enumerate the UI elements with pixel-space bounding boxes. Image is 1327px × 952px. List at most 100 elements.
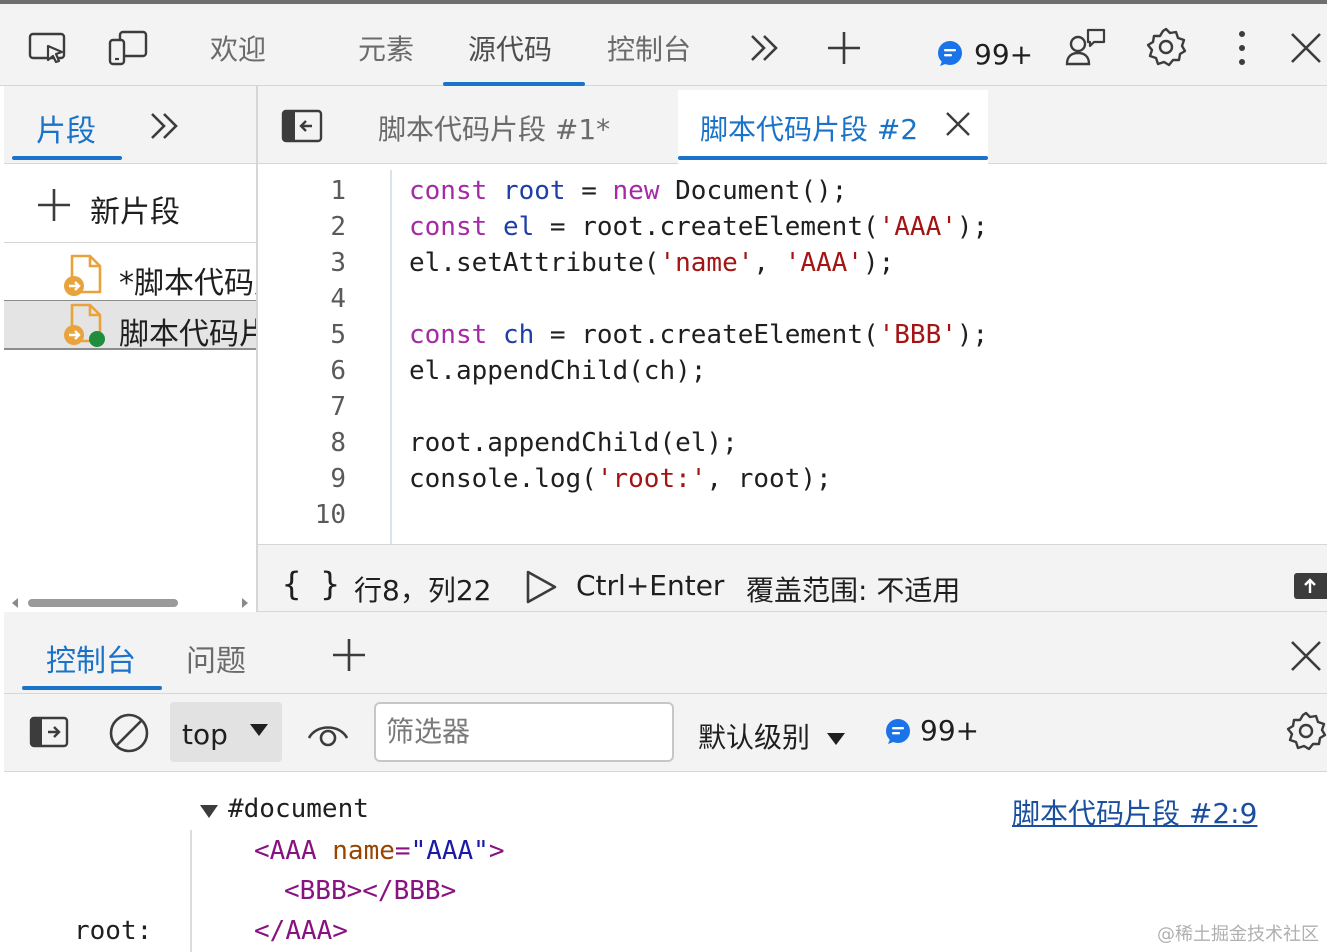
line-number: 4 — [330, 284, 346, 314]
javascript-context-select[interactable]: top — [170, 702, 282, 762]
line-number: 9 — [330, 464, 346, 494]
snippet-file-icon — [62, 252, 106, 298]
code-line[interactable]: console.log('root:', root); — [409, 464, 832, 494]
tag-name: BBB — [393, 876, 441, 906]
code-line[interactable]: root.appendChild(el); — [409, 428, 738, 458]
code-token: root.appendChild(el); — [409, 428, 738, 458]
tag-name: BBB — [299, 876, 347, 906]
close-drawer-icon[interactable] — [1288, 638, 1324, 674]
code-token: 'root:' — [596, 464, 707, 494]
sidebar-horizontal-scrollbar[interactable] — [4, 594, 256, 612]
add-tab-icon[interactable] — [822, 26, 866, 70]
console-filter-input[interactable] — [374, 702, 674, 762]
tab-console[interactable]: 控制台 — [607, 28, 691, 68]
drawer-tab-console[interactable]: 控制台 — [46, 636, 136, 680]
add-drawer-tab-icon[interactable] — [330, 636, 368, 674]
code-token: 'AAA' — [784, 248, 863, 278]
context-value: top — [182, 718, 228, 751]
pretty-print-button[interactable]: { } — [282, 565, 340, 603]
line-number: 6 — [330, 356, 346, 386]
code-token: el — [502, 212, 535, 242]
tree-node-bbb[interactable]: <BBB></BBB> — [284, 876, 456, 906]
code-token: 'name' — [659, 248, 754, 278]
line-number: 7 — [330, 392, 346, 422]
cursor-position: 行8，列22 — [354, 574, 492, 607]
settings-gear-icon[interactable] — [1144, 26, 1188, 70]
source-location-link[interactable]: 脚本代码片段 #2:9 — [1012, 792, 1257, 832]
message-badge-icon[interactable] — [936, 40, 964, 68]
editor-tab-snippet-1[interactable]: 脚本代码片段 #1* — [378, 108, 610, 148]
code-token: console.log( — [409, 464, 597, 494]
code-token: = root.createElement( — [534, 320, 879, 350]
snippet-item-selected[interactable]: 脚本代码片段 #2 — [4, 300, 256, 350]
caret-down-icon — [248, 722, 270, 738]
log-levels-dropdown[interactable]: 默认级别 — [698, 716, 847, 756]
active-tab-indicator — [22, 686, 162, 690]
feedback-icon[interactable] — [1064, 26, 1108, 70]
message-badge-icon[interactable] — [884, 718, 912, 746]
code-token: const — [409, 176, 488, 206]
attr-value: "AAA" — [410, 836, 489, 866]
new-snippet-label: 新片段 — [90, 195, 180, 230]
coverage-status: 覆盖范围: 不适用 — [746, 574, 961, 607]
tab-snippets[interactable]: 片段 — [36, 106, 96, 150]
line-number: 10 — [314, 500, 346, 530]
run-snippet-icon[interactable] — [524, 569, 558, 605]
code-token: ch — [502, 320, 535, 350]
code-token: root — [502, 176, 566, 206]
code-token: = — [565, 176, 613, 206]
code-line[interactable]: const root = new Document(); — [409, 176, 847, 206]
show-debugger-icon[interactable] — [1292, 569, 1327, 603]
code-token: , root); — [706, 464, 832, 494]
code-editor[interactable]: 1 2 3 4 5 6 7 8 9 10 const root = new Document();… — [258, 170, 1327, 544]
main-toolbar: 欢迎 元素 源代码 控制台 99+ — [0, 0, 1327, 86]
editor-tab-snippet-2[interactable]: 脚本代码片段 #2 — [700, 108, 918, 148]
console-toolbar: top 默认级别 99+ — [4, 694, 1327, 772]
tab-elements[interactable]: 元素 — [358, 28, 414, 68]
more-navigator-tabs-icon[interactable] — [144, 106, 184, 146]
line-number: 3 — [330, 248, 346, 278]
device-emulation-icon[interactable] — [106, 26, 150, 70]
drawer-tab-strip: 控制台 问题 — [4, 612, 1327, 694]
drawer-tab-issues[interactable]: 问题 — [186, 636, 246, 680]
clear-console-icon[interactable] — [108, 712, 150, 754]
code-token: const — [409, 320, 488, 350]
active-tab-indicator — [678, 156, 988, 160]
line-number: 8 — [330, 428, 346, 458]
editor-tab-strip: 脚本代码片段 #1* 脚本代码片段 #2 — [258, 86, 1327, 164]
close-devtools-icon[interactable] — [1284, 26, 1327, 70]
code-token: 'AAA' — [878, 212, 957, 242]
kebab-menu-icon[interactable] — [1220, 26, 1264, 70]
code-token: ); — [862, 248, 895, 278]
tree-node-aaa-close[interactable]: </AAA> — [254, 916, 348, 946]
tree-node-aaa-open[interactable]: <AAA name="AAA"> — [254, 836, 505, 866]
code-token: el.setAttribute( — [409, 248, 660, 278]
tab-sources[interactable]: 源代码 — [468, 28, 552, 68]
more-tabs-icon[interactable] — [742, 26, 786, 70]
code-line[interactable]: el.appendChild(ch); — [409, 356, 706, 386]
code-line[interactable]: el.setAttribute('name', 'AAA'); — [409, 248, 894, 278]
code-line[interactable]: const el = root.createElement('AAA'); — [409, 212, 988, 242]
snippet-item[interactable]: *脚本代码片段 #1 — [4, 250, 256, 300]
plus-icon — [36, 187, 72, 223]
close-tab-icon[interactable] — [944, 110, 972, 138]
inspect-element-icon[interactable] — [26, 26, 70, 70]
live-expression-eye-icon[interactable] — [306, 716, 350, 750]
run-shortcut: Ctrl+Enter — [576, 569, 725, 602]
snippet-name: 脚本代码片段 #2 — [119, 317, 256, 350]
console-message-count[interactable]: 99+ — [920, 714, 979, 747]
code-token: , — [753, 248, 785, 278]
tab-welcome[interactable]: 欢迎 — [210, 28, 266, 68]
editor-status-bar: { } 行8，列22 Ctrl+Enter 覆盖范围: 不适用 — [258, 544, 1327, 612]
code-line[interactable]: const ch = root.createElement('BBB'); — [409, 320, 988, 350]
show-console-sidebar-icon[interactable] — [28, 714, 70, 750]
new-snippet-button[interactable]: 新片段 — [4, 165, 256, 243]
toggle-navigator-icon[interactable] — [280, 108, 324, 144]
expand-triangle-icon[interactable] — [198, 802, 220, 820]
document-node[interactable]: #document — [228, 794, 369, 824]
console-settings-gear-icon[interactable] — [1284, 710, 1327, 754]
message-count[interactable]: 99+ — [974, 38, 1033, 71]
